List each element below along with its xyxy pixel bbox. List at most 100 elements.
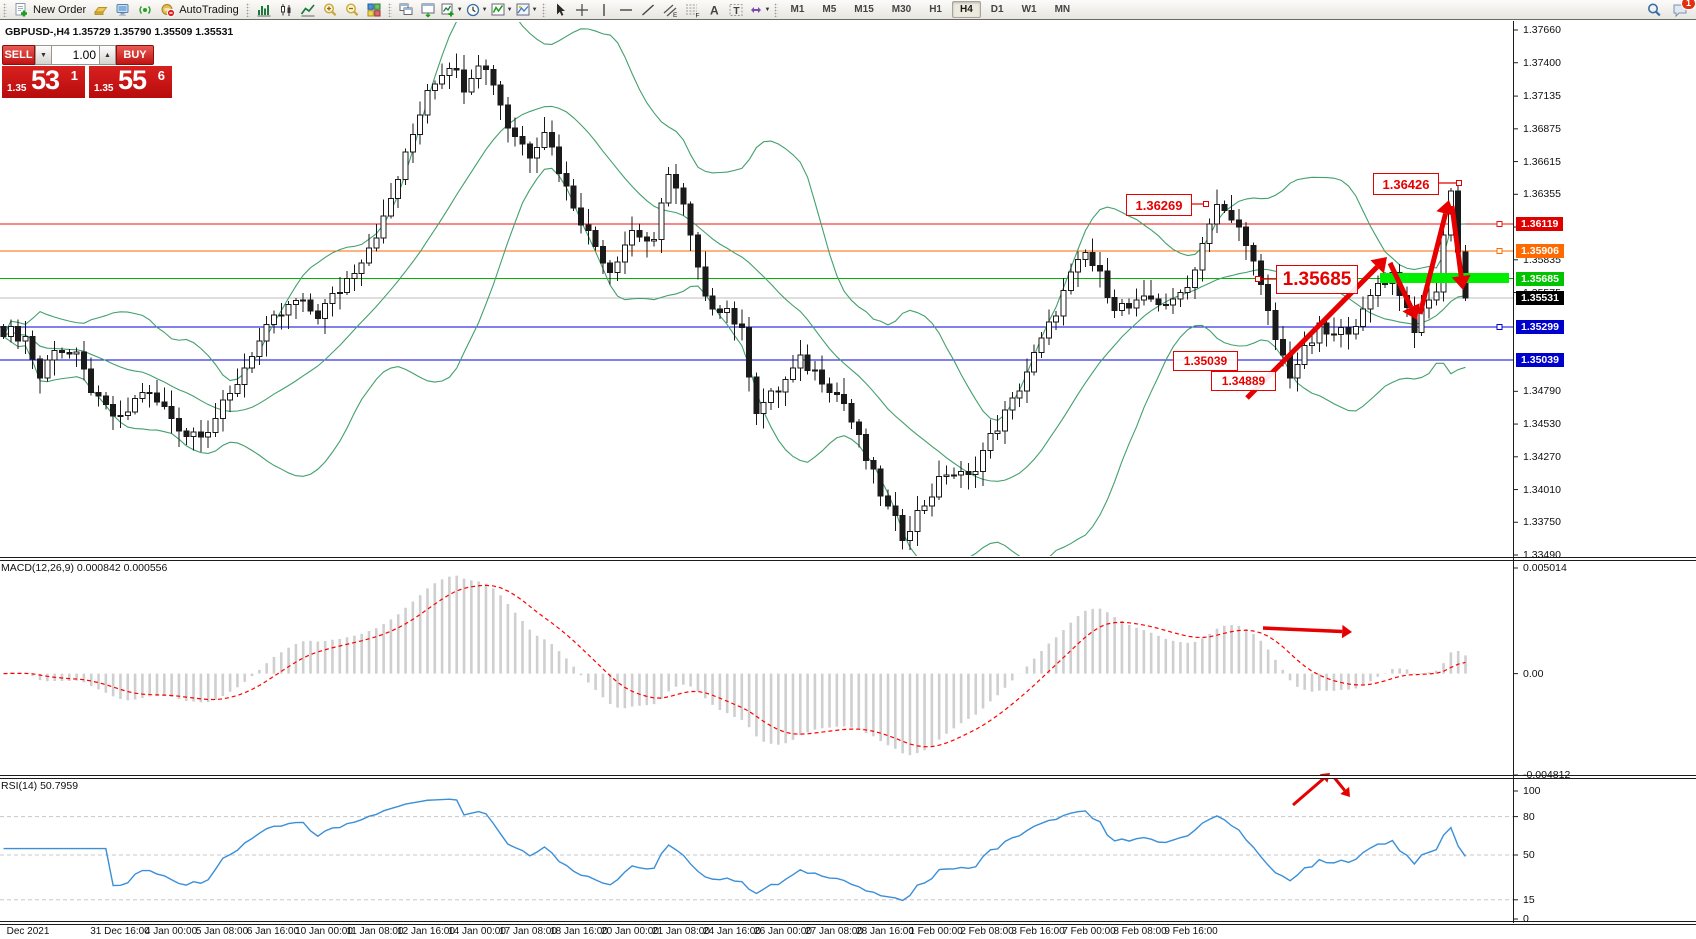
toolbar-grip[interactable] — [774, 3, 778, 17]
zoom-in-button[interactable] — [319, 1, 341, 19]
crosshair-button[interactable] — [571, 1, 593, 19]
svg-text:A: A — [710, 3, 719, 17]
volume-increase-button[interactable]: ▲ — [99, 45, 116, 65]
toolbar-grip[interactable] — [388, 3, 392, 17]
one-click-trade-panel: SELL ▼ ▲ BUY 1.35 53 1 1.35 55 6 — [2, 45, 172, 98]
chart-graphics[interactable] — [0, 0, 1696, 939]
profiles-button[interactable]: ▼ — [514, 1, 539, 19]
sell-price-display[interactable]: 1.35 53 1 — [2, 66, 85, 98]
timeframe-d1-button[interactable]: D1 — [983, 1, 1012, 18]
rsi-plot — [0, 799, 1513, 900]
time-axis-label: 7 Feb 00:00 — [1062, 926, 1115, 937]
rsi-panel-separator[interactable] — [0, 775, 1696, 779]
new-order-button-label: New Order — [33, 4, 86, 16]
search-button[interactable] — [1643, 1, 1665, 19]
market-watch-button[interactable] — [90, 1, 112, 19]
macd-histogram — [4, 576, 1466, 755]
toolbar-grip[interactable] — [542, 3, 546, 17]
sell-button[interactable]: SELL — [2, 45, 35, 65]
indicator-icon — [490, 2, 506, 18]
cascade-windows-button[interactable] — [395, 1, 417, 19]
new-order-icon — [14, 2, 30, 18]
tile-windows-button[interactable] — [363, 1, 385, 19]
macd-trend-arrow[interactable] — [1263, 625, 1352, 638]
time-axis-label: Dec 2021 — [7, 926, 50, 937]
price-annotation-1.35685[interactable]: 1.35685 — [1276, 265, 1358, 294]
notification-badge: 1 — [1681, 0, 1696, 10]
buy-price-display[interactable]: 1.35 55 6 — [89, 66, 172, 98]
timeframe-m15-button[interactable]: M15 — [846, 1, 881, 18]
arrows-button[interactable]: ▼ — [747, 1, 772, 19]
notifications-button[interactable]: 1 — [1669, 1, 1691, 19]
price-annotation-1.36426[interactable]: 1.36426 — [1373, 173, 1439, 195]
toolbar-grip[interactable] — [246, 3, 250, 17]
textT-icon: T — [728, 2, 744, 18]
buy-button[interactable]: BUY — [116, 45, 154, 65]
vertical-line-button[interactable] — [593, 1, 615, 19]
signal-icon — [137, 2, 153, 18]
data-window-button[interactable] — [112, 1, 134, 19]
timeframe-h1-button[interactable]: H1 — [921, 1, 950, 18]
hline-handle[interactable] — [1497, 248, 1502, 253]
line-chart-button[interactable] — [297, 1, 319, 19]
periods-button[interactable]: ▼ — [464, 1, 489, 19]
time-axis-label: 24 Jan 16:00 — [703, 926, 761, 937]
linechart-icon — [300, 2, 316, 18]
bollinger-bands — [4, 0, 1466, 570]
price-annotation-1.34889[interactable]: 1.34889 — [1211, 371, 1276, 391]
annotation-anchor[interactable] — [1256, 277, 1261, 282]
trendline-button[interactable] — [637, 1, 659, 19]
profile-icon — [515, 2, 531, 18]
arrange-windows-button[interactable] — [417, 1, 439, 19]
time-axis-label: 31 Dec 16:00 — [90, 926, 150, 937]
annotation-anchor[interactable] — [1204, 202, 1209, 207]
text-label-button[interactable]: T — [725, 1, 747, 19]
candlestick-chart-button[interactable] — [275, 1, 297, 19]
vline-icon — [596, 2, 612, 18]
annotation-anchor[interactable] — [1457, 181, 1462, 186]
indicators-button[interactable]: ▼ — [489, 1, 514, 19]
text-button[interactable]: A — [703, 1, 725, 19]
price-annotation-1.36269[interactable]: 1.36269 — [1126, 194, 1192, 216]
horizontal-line-button[interactable] — [615, 1, 637, 19]
tile-icon — [366, 2, 382, 18]
timeframe-m5-button[interactable]: M5 — [814, 1, 844, 18]
volume-decrease-button[interactable]: ▼ — [35, 45, 52, 65]
time-axis-label: 2 Feb 08:00 — [960, 926, 1013, 937]
rsi-indicator-label: RSI(14) 50.7959 — [1, 780, 78, 792]
trend-arrow[interactable] — [1390, 263, 1420, 320]
candlestick-series — [1, 54, 1468, 550]
hline-handle[interactable] — [1497, 325, 1502, 330]
hline-handle[interactable] — [1497, 222, 1502, 227]
timeframe-m30-button[interactable]: M30 — [884, 1, 919, 18]
new-order-button[interactable]: New Order — [10, 1, 90, 19]
timeframe-w1-button[interactable]: W1 — [1014, 1, 1045, 18]
time-axis-label: 26 Jan 00:00 — [754, 926, 812, 937]
zoom-out-icon — [344, 2, 360, 18]
zoom-out-button[interactable] — [341, 1, 363, 19]
cursor-button[interactable] — [549, 1, 571, 19]
signals-button[interactable] — [134, 1, 156, 19]
macd-panel-separator[interactable] — [0, 557, 1696, 561]
timeframe-m1-button[interactable]: M1 — [782, 1, 812, 18]
fibonacci-button[interactable]: F — [681, 1, 703, 19]
fibo-icon: F — [684, 2, 700, 18]
price-axis-border — [1513, 21, 1514, 923]
zoom-in-icon — [322, 2, 338, 18]
timeframe-h4-button[interactable]: H4 — [952, 1, 981, 18]
rsi-trend-arrow[interactable] — [1333, 776, 1350, 797]
bar-chart-button[interactable] — [253, 1, 275, 19]
volume-input[interactable] — [52, 45, 99, 65]
crosshair-icon — [574, 2, 590, 18]
svg-text:F: F — [695, 12, 699, 18]
equidistant-channel-button[interactable]: E — [659, 1, 681, 19]
chevron-down-icon: ▼ — [457, 7, 463, 13]
shapes-icon — [748, 2, 764, 18]
price-annotation-1.35039[interactable]: 1.35039 — [1173, 351, 1238, 371]
timeframe-mn-button[interactable]: MN — [1047, 1, 1079, 18]
autotrading-button[interactable]: AutoTrading — [156, 1, 243, 19]
chevron-down-icon: ▼ — [482, 7, 488, 13]
new-chart-button[interactable]: ▼ — [439, 1, 464, 19]
macd-indicator-label: MACD(12,26,9) 0.000842 0.000556 — [1, 562, 167, 574]
toolbar-grip[interactable] — [3, 3, 7, 17]
